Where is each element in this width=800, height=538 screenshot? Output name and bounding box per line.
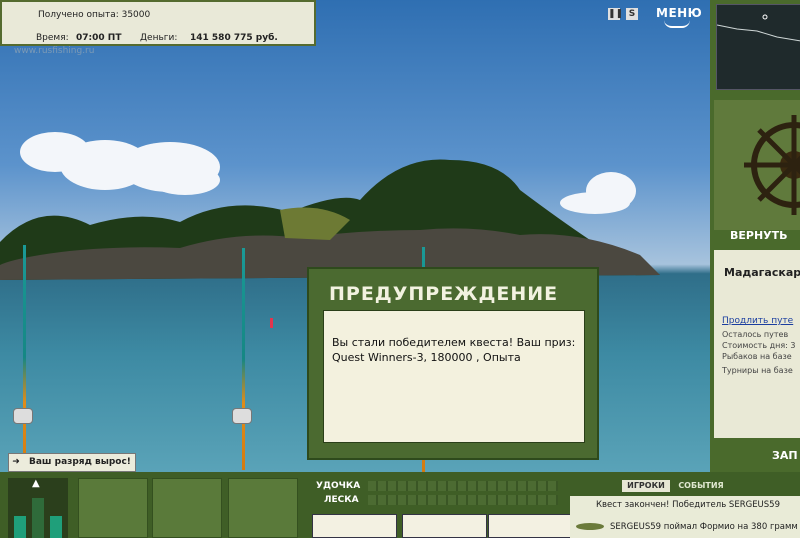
warning-dialog: ПРЕДУПРЕЖДЕНИЕ Вы стали победителем квес… [307, 267, 599, 460]
experience-text: Получено опыта: 35000 [38, 10, 151, 20]
toast-text: Ваш разряд вырос! [29, 457, 131, 467]
dialog-message: Вы стали победителем квеста! Ваш приз: Q… [323, 310, 585, 443]
tab-events[interactable]: СОБЫТИЯ [676, 480, 726, 492]
log-line: Квест закончен! Победитель SERGEUS59 [596, 500, 780, 510]
fishing-rod[interactable] [23, 245, 26, 470]
tab-players[interactable]: ИГРОКИ [622, 480, 670, 492]
tension-gauge: ▲ [8, 478, 68, 538]
event-log: Квест закончен! Победитель SERGEUS59 SER… [570, 496, 800, 538]
minimap[interactable] [716, 4, 800, 90]
info-line: Рыбаков на базе [722, 352, 792, 361]
line-label: ЛЕСКА [324, 495, 359, 505]
money-label: Деньги: [140, 33, 178, 43]
rod-label: УДОЧКА [316, 481, 361, 491]
message-line: Quest Winners-3, 180000 , Опыта [332, 351, 521, 364]
info-line: Турниры на базе [722, 366, 793, 375]
status-panel: Получено опыта: 35000 Время: 07:00 ПТ Де… [0, 0, 316, 46]
line-bar [368, 495, 558, 505]
ship-wheel-icon [744, 115, 800, 215]
rod-reel[interactable] [232, 408, 252, 424]
log-line: SERGEUS59 поймал Формио на 380 грамм [610, 522, 798, 532]
fish-icon [576, 523, 604, 530]
gear-slot[interactable] [228, 478, 298, 538]
extend-trip-link[interactable]: Продлить путе [722, 316, 793, 326]
tackle-slot[interactable] [402, 514, 487, 538]
tackle-slot[interactable] [312, 514, 397, 538]
tackle-status: УДОЧКА ЛЕСКА [310, 478, 560, 512]
location-name: Мадагаскар [724, 266, 800, 279]
bag-slot[interactable] [152, 478, 222, 538]
tackle-slot[interactable] [488, 514, 573, 538]
ship-wheel-area[interactable] [714, 100, 800, 230]
gauge-column [32, 498, 44, 538]
fishing-rod[interactable] [242, 248, 245, 470]
rod-bar [368, 481, 558, 491]
rod-reel[interactable] [13, 408, 33, 424]
money-value: 141 580 775 руб. [190, 33, 278, 43]
location-info: Мадагаскар Продлить путе Осталось путев … [714, 250, 800, 438]
gauge-column [50, 516, 62, 538]
message-line: Вы стали победителем квеста! Ваш приз: [332, 336, 576, 349]
rank-up-toast[interactable]: ➜ Ваш разряд вырос! [8, 453, 136, 472]
sound-button[interactable]: S [626, 8, 638, 20]
info-line: Стоимость дня: 3 [722, 341, 796, 350]
gear-icon [664, 20, 690, 28]
float-bobber [270, 318, 273, 328]
info-line: Осталось путев [722, 330, 789, 339]
pause-icon[interactable]: ❚❚ [608, 8, 623, 20]
dialog-title: ПРЕДУПРЕЖДЕНИЕ [329, 283, 559, 305]
arrow-right-icon: ➜ [12, 457, 20, 467]
return-button[interactable]: ВЕРНУТЬ [730, 229, 788, 242]
minimap-graph [716, 14, 800, 42]
backpack-slot[interactable] [78, 478, 148, 538]
gauge-column [14, 516, 26, 538]
time-label: Время: [36, 33, 69, 43]
menu-button[interactable]: МЕНЮ [656, 6, 702, 20]
arrow-up-icon: ▲ [32, 478, 40, 489]
time-value: 07:00 ПТ [76, 33, 122, 43]
exit-button[interactable]: ЗАП [772, 449, 798, 462]
